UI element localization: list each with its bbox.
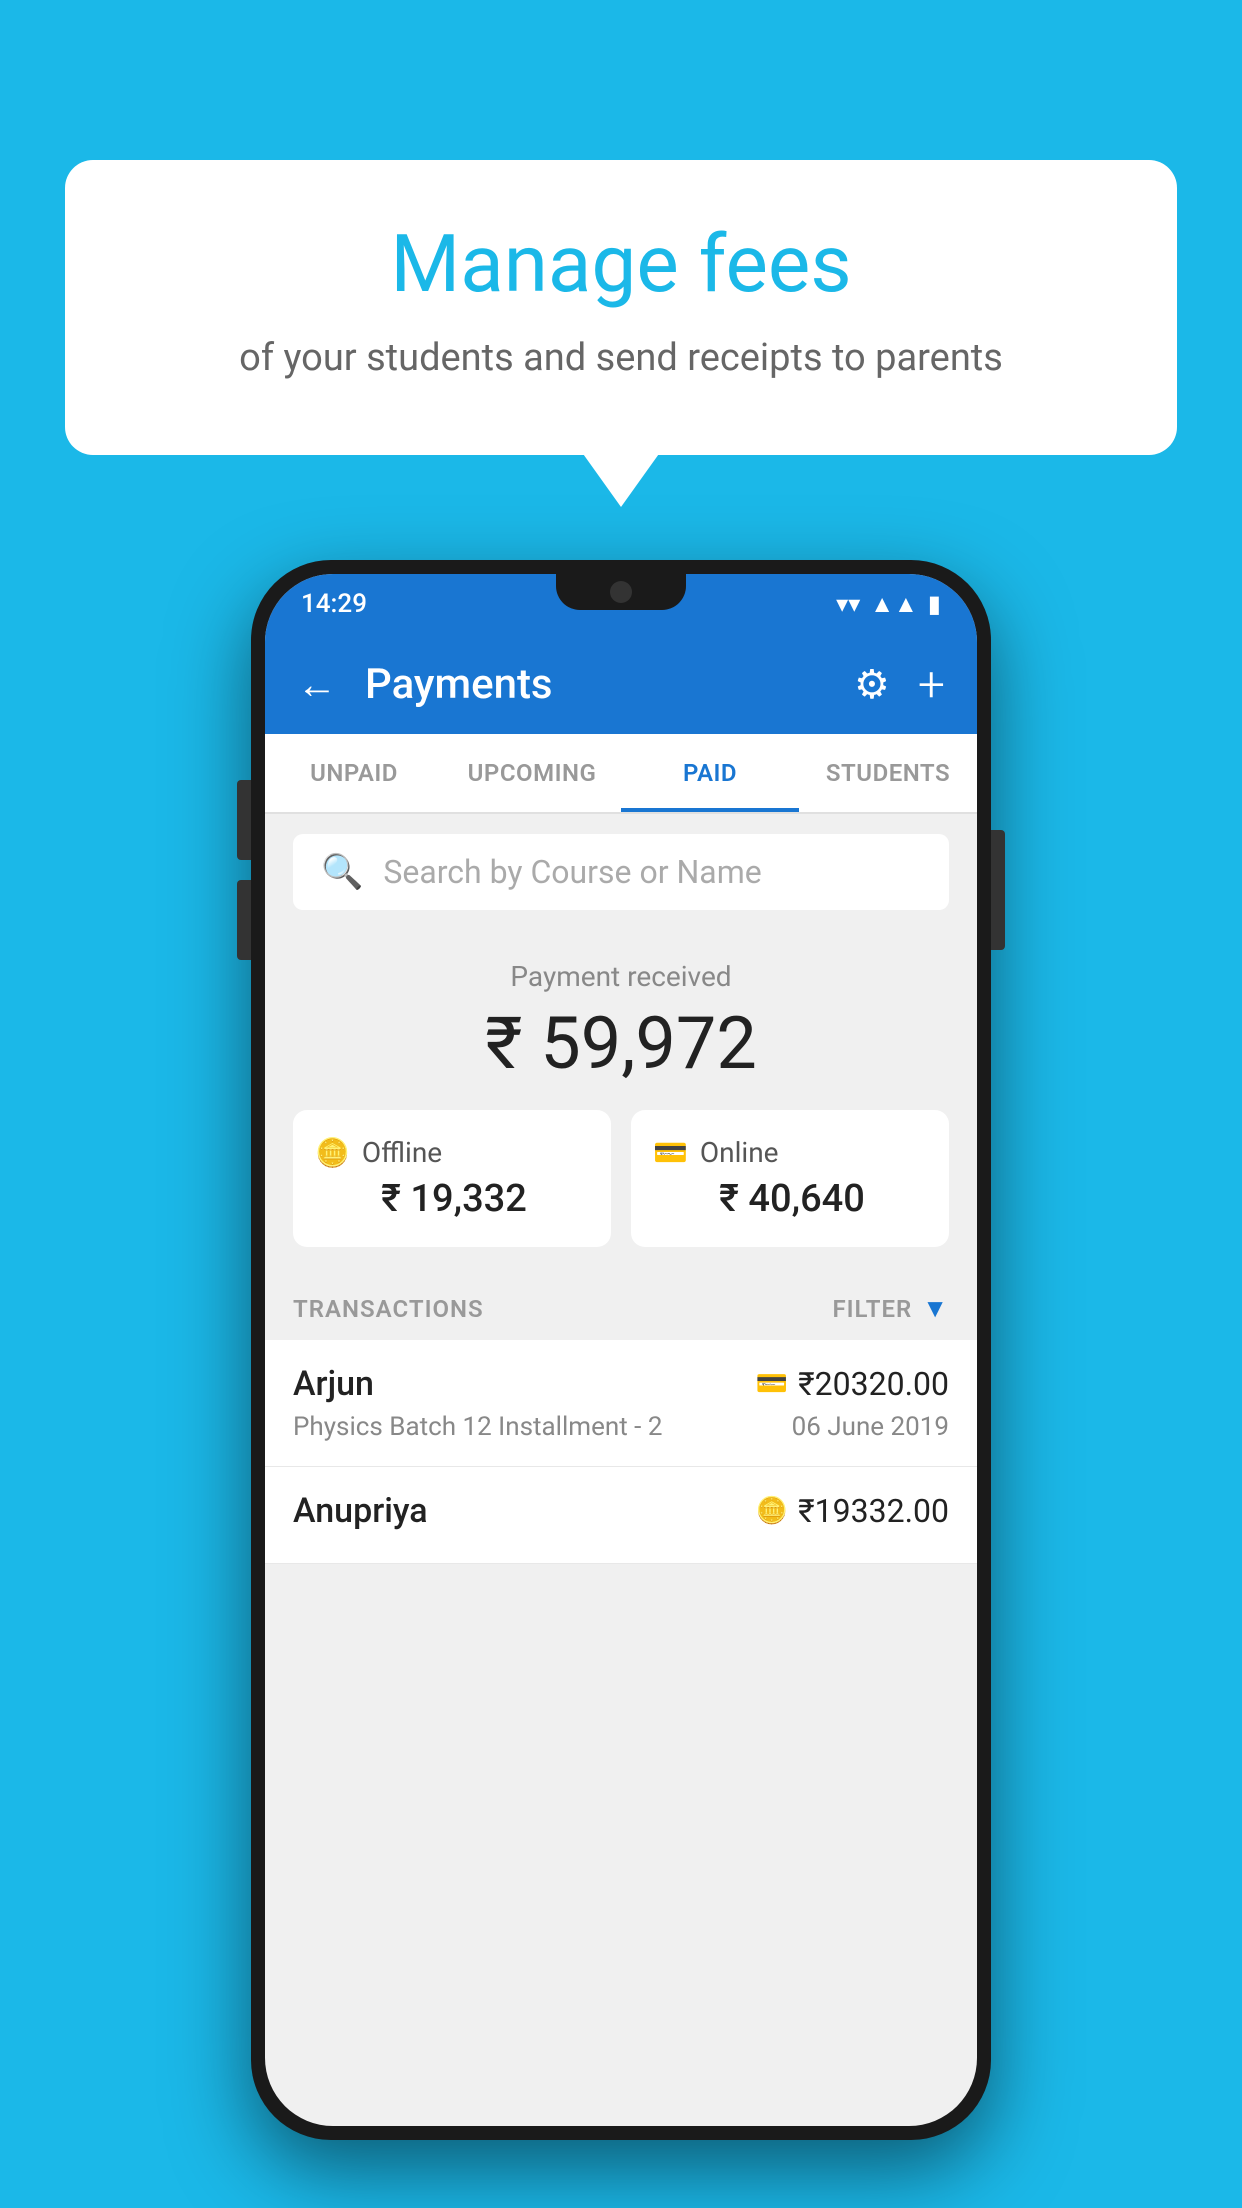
tx-bottom: Physics Batch 12 Installment - 2 06 June… (293, 1412, 949, 1442)
tabs-bar: UNPAID UPCOMING PAID STUDENTS (265, 734, 977, 814)
tx-amount-wrap: 🪙 ₹19332.00 (756, 1492, 949, 1530)
transactions-header: TRANSACTIONS FILTER ▼ (265, 1271, 977, 1340)
tab-upcoming[interactable]: UPCOMING (443, 734, 621, 812)
speech-bubble: Manage fees of your students and send re… (65, 160, 1177, 455)
status-time: 14:29 (301, 589, 367, 619)
back-button[interactable]: ← (297, 661, 337, 708)
tx-top: Arjun 💳 ₹20320.00 (293, 1364, 949, 1404)
online-icon: 💳 (653, 1136, 688, 1169)
payment-total-amount: ₹ 59,972 (293, 1001, 949, 1086)
gear-icon[interactable]: ⚙ (854, 661, 890, 708)
payment-cards: 🪙 Offline ₹ 19,332 💳 Online ₹ 40,640 (293, 1110, 949, 1247)
transaction-row[interactable]: Anupriya 🪙 ₹19332.00 (265, 1467, 977, 1564)
offline-card-header: 🪙 Offline (315, 1136, 589, 1169)
battery-icon: ▮ (928, 590, 941, 618)
tx-offline-icon: 🪙 (756, 1496, 788, 1526)
online-label: Online (700, 1136, 779, 1169)
page-title: Payments (365, 660, 826, 709)
filter-button[interactable]: FILTER ▼ (832, 1293, 949, 1324)
bubble-title: Manage fees (135, 220, 1107, 308)
search-icon: 🔍 (321, 852, 363, 892)
power-button (991, 830, 1005, 950)
offline-icon: 🪙 (315, 1136, 350, 1169)
tx-date: 06 June 2019 (792, 1412, 949, 1442)
volume-down-button (237, 880, 251, 960)
tx-amount-wrap: 💳 ₹20320.00 (756, 1365, 949, 1403)
wifi-icon: ▾▾ (836, 590, 860, 618)
offline-label: Offline (362, 1136, 442, 1169)
tab-paid[interactable]: PAID (621, 734, 799, 812)
tab-students[interactable]: STUDENTS (799, 734, 977, 812)
search-box[interactable]: 🔍 Search by Course or Name (293, 834, 949, 910)
transactions-label: TRANSACTIONS (293, 1295, 484, 1323)
tx-course: Physics Batch 12 Installment - 2 (293, 1412, 662, 1442)
app-bar: ← Payments ⚙ + (265, 634, 977, 734)
add-button[interactable]: + (918, 656, 945, 713)
tx-online-icon: 💳 (756, 1369, 788, 1399)
tx-top: Anupriya 🪙 ₹19332.00 (293, 1491, 949, 1531)
search-input[interactable]: Search by Course or Name (383, 853, 761, 891)
offline-card: 🪙 Offline ₹ 19,332 (293, 1110, 611, 1247)
volume-up-button (237, 780, 251, 860)
phone-device: 14:29 ▾▾ ▲▲ ▮ ← Payments ⚙ + UNPAID (251, 560, 991, 2140)
signal-icon: ▲▲ (870, 590, 918, 619)
tx-name: Anupriya (293, 1491, 428, 1531)
payment-label: Payment received (293, 960, 949, 993)
offline-amount: ₹ 19,332 (315, 1177, 589, 1221)
filter-icon: ▼ (922, 1293, 949, 1324)
phone-screen: 14:29 ▾▾ ▲▲ ▮ ← Payments ⚙ + UNPAID (265, 574, 977, 2126)
tab-unpaid[interactable]: UNPAID (265, 734, 443, 812)
status-icons: ▾▾ ▲▲ ▮ (836, 590, 941, 619)
online-card: 💳 Online ₹ 40,640 (631, 1110, 949, 1247)
search-container: 🔍 Search by Course or Name (265, 814, 977, 930)
online-amount: ₹ 40,640 (653, 1177, 927, 1221)
online-card-header: 💳 Online (653, 1136, 927, 1169)
filter-label: FILTER (832, 1295, 912, 1323)
payment-received-section: Payment received ₹ 59,972 🪙 Offline ₹ 19… (265, 930, 977, 1271)
tx-name: Arjun (293, 1364, 374, 1404)
transaction-row[interactable]: Arjun 💳 ₹20320.00 Physics Batch 12 Insta… (265, 1340, 977, 1467)
camera (610, 581, 632, 603)
bubble-subtitle: of your students and send receipts to pa… (135, 332, 1107, 385)
tx-amount: ₹20320.00 (798, 1365, 949, 1403)
phone-notch (556, 574, 686, 610)
tx-amount: ₹19332.00 (798, 1492, 949, 1530)
